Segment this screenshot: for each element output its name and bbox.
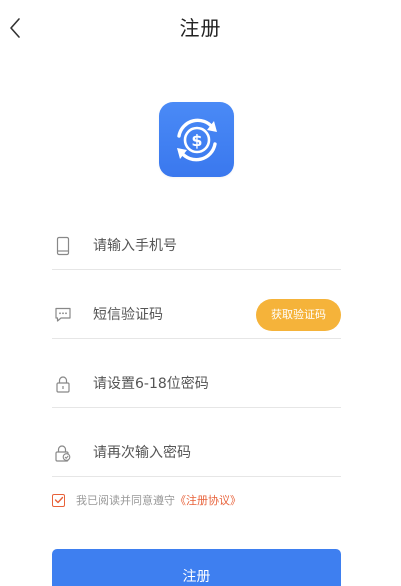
- phone-row: [52, 223, 341, 270]
- dollar-exchange-icon: $: [176, 118, 217, 161]
- password-row: [52, 361, 341, 408]
- lock-check-icon: [52, 442, 74, 464]
- agreement-link[interactable]: 《注册协议》: [175, 492, 241, 508]
- sms-code-input[interactable]: [93, 303, 256, 327]
- get-code-button[interactable]: 获取验证码: [256, 299, 341, 331]
- phone-input[interactable]: [93, 234, 341, 258]
- agreement-checkbox[interactable]: [52, 493, 65, 507]
- register-button[interactable]: 注册: [52, 549, 341, 586]
- check-icon: [54, 496, 63, 504]
- svg-text:$: $: [191, 131, 202, 150]
- password-input[interactable]: [93, 372, 341, 396]
- agreement-row: 我已阅读并同意遵守 《注册协议》: [52, 491, 241, 509]
- lock-icon: [52, 373, 74, 395]
- sms-code-row: 获取验证码: [52, 292, 341, 339]
- register-page: 注册 $ 请输入手机号 短信验证码 获取验证码 我已阅读并同意遵守 《注册协议》…: [0, 0, 401, 586]
- page-title: 注册: [179, 16, 222, 40]
- message-icon: [52, 304, 74, 326]
- app-logo: $: [159, 102, 234, 177]
- agreement-text: 我已阅读并同意遵守: [76, 494, 175, 507]
- phone-icon: [52, 235, 74, 257]
- confirm-password-input[interactable]: [93, 441, 341, 465]
- confirm-password-row: [52, 430, 341, 477]
